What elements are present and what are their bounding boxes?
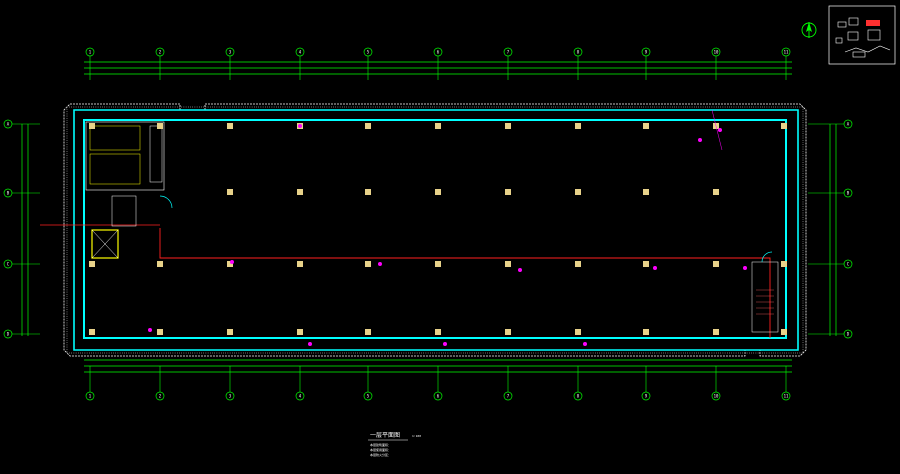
column <box>297 329 303 335</box>
column <box>781 123 787 129</box>
axis-label: 7 <box>507 394 510 399</box>
column <box>297 189 303 195</box>
axis-label: 9 <box>645 394 648 399</box>
drawing-scale: 1:100 <box>412 434 421 438</box>
axis-label: 1 <box>89 394 92 399</box>
axis-label: D <box>7 332 10 337</box>
axis-label: 10 <box>714 394 719 399</box>
column <box>227 123 233 129</box>
fire-compartment-line <box>40 224 771 338</box>
column <box>435 261 441 267</box>
axis-label: 6 <box>437 50 440 55</box>
axis-label: B <box>7 191 10 196</box>
axis-label: 2 <box>159 50 162 55</box>
axis-bubbles: 11223344556677889910101111A AB BC CD D <box>3 47 853 401</box>
axis-label: C <box>7 262 10 267</box>
column <box>435 189 441 195</box>
axis-label: 5 <box>367 394 370 399</box>
column <box>713 261 719 267</box>
axis-label: 5 <box>367 50 370 55</box>
axis-label: 9 <box>645 50 648 55</box>
drawing-title: 一层平面图 <box>370 432 400 439</box>
column <box>89 329 95 335</box>
axis-label: D <box>847 332 850 337</box>
column <box>227 329 233 335</box>
column <box>297 261 303 267</box>
column <box>157 329 163 335</box>
axis-label: 2 <box>159 394 162 399</box>
column <box>575 261 581 267</box>
axis-label: 11 <box>784 394 789 399</box>
dimension-lines <box>21 61 837 373</box>
axis-label: 8 <box>577 394 580 399</box>
column <box>643 123 649 129</box>
axis-label: 11 <box>784 50 789 55</box>
column <box>575 123 581 129</box>
column <box>89 261 95 267</box>
floor-plan-canvas: 11223344556677889910101111A AB BC CD D 一层平面图… <box>3 5 896 457</box>
column <box>157 123 163 129</box>
column <box>505 189 511 195</box>
north-arrow-icon <box>801 22 817 38</box>
axis-label: 10 <box>714 50 719 55</box>
building-outline <box>63 103 807 357</box>
column <box>435 329 441 335</box>
column <box>365 189 371 195</box>
column <box>781 261 787 267</box>
note-line-2: 本层使用面积： <box>370 447 391 452</box>
column <box>365 123 371 129</box>
axis-label: B <box>847 191 850 196</box>
column <box>713 189 719 195</box>
axis-label: 1 <box>89 50 92 55</box>
axis-label: 7 <box>507 50 510 55</box>
column <box>435 123 441 129</box>
axis-label: C <box>847 262 850 267</box>
column <box>643 189 649 195</box>
column <box>643 261 649 267</box>
axis-label: 3 <box>229 50 232 55</box>
key-plan <box>828 5 896 65</box>
column <box>157 261 163 267</box>
column <box>781 329 787 335</box>
column <box>575 329 581 335</box>
column <box>227 189 233 195</box>
axis-label: 6 <box>437 394 440 399</box>
axis-label: 4 <box>299 394 302 399</box>
axis-label: A <box>847 122 850 127</box>
annotation-markers <box>148 109 747 346</box>
axis-label: 4 <box>299 50 302 55</box>
column <box>89 123 95 129</box>
column-grid <box>89 123 787 335</box>
column <box>643 329 649 335</box>
column <box>575 189 581 195</box>
axis-label: 8 <box>577 50 580 55</box>
axis-label: A <box>7 122 10 127</box>
column <box>365 261 371 267</box>
column <box>365 329 371 335</box>
service-core <box>85 121 779 333</box>
drawing-title-block: 一层平面图 1:100 本层建筑面积： 本层使用面积： 本层防火分区： <box>368 432 421 457</box>
column <box>505 261 511 267</box>
column <box>505 123 511 129</box>
column <box>505 329 511 335</box>
column <box>713 329 719 335</box>
note-line-3: 本层防火分区： <box>370 452 391 457</box>
note-line-1: 本层建筑面积： <box>370 442 391 447</box>
axis-label: 3 <box>229 394 232 399</box>
